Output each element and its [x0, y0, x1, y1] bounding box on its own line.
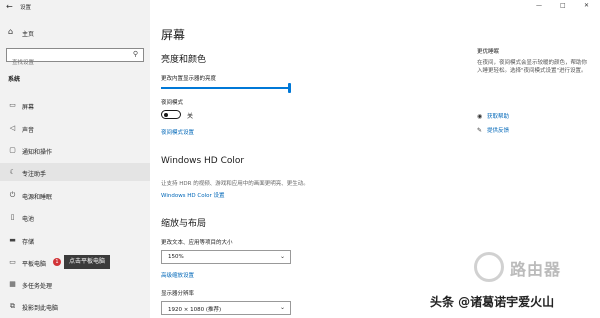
sidebar-item-multitasking[interactable]: ▦ 多任务处理: [0, 275, 150, 293]
search-icon: ⚲: [132, 50, 138, 58]
sidebar-item-sound[interactable]: ◁ 声音: [0, 119, 150, 137]
home-icon: ⌂: [8, 27, 14, 36]
sidebar-item-storage[interactable]: ▬ 存储: [0, 231, 150, 249]
notification-icon: ▢: [9, 146, 16, 154]
chevron-down-icon: ⌄: [279, 253, 285, 260]
night-mode-state: 关: [187, 113, 194, 120]
back-arrow-icon[interactable]: ←: [6, 2, 13, 11]
sidebar-item-notifications[interactable]: ▢ 通知和操作: [0, 141, 150, 159]
scale-label: 更改文本、应用等项目的大小: [161, 240, 233, 246]
multitask-icon: ▦: [9, 280, 16, 288]
hd-color-heading: Windows HD Color: [161, 156, 245, 166]
project-icon: ⧉: [10, 302, 15, 310]
sidebar-item-power[interactable]: ⏻ 电源和睡眠: [0, 186, 150, 204]
home-label: 主页: [22, 31, 35, 38]
tooltip: 点击平板电脑: [64, 255, 111, 269]
monitor-icon: ▭: [9, 101, 16, 109]
aside-text: 在夜间，夜间模式会显示较暖的颜色，帮助你入睡更轻松。选择"夜间模式设置"进行设置…: [477, 60, 588, 74]
sidebar-item-label: 电源和睡眠: [22, 194, 53, 201]
resolution-value: 1920 × 1080 (推荐): [168, 307, 222, 313]
scale-heading: 缩放与布局: [161, 219, 207, 229]
sidebar-item-label: 通知和操作: [22, 149, 53, 156]
slider-track: [161, 87, 289, 89]
page-title: 屏幕: [161, 28, 186, 42]
advanced-scaling-link[interactable]: 高级缩放设置: [161, 271, 194, 279]
night-mode-label: 夜间模式: [161, 100, 184, 106]
sidebar-item-battery[interactable]: ▯ 电池: [0, 208, 150, 226]
brightness-slider[interactable]: [161, 83, 291, 93]
tablet-icon: ▭: [9, 258, 16, 266]
slider-thumb[interactable]: [288, 83, 291, 93]
sidebar-item-label: 多任务处理: [22, 283, 53, 290]
get-help-link[interactable]: ◉ 获取帮助: [477, 112, 509, 120]
sidebar-item-label: 屏幕: [22, 104, 35, 111]
battery-icon: ▯: [10, 213, 15, 221]
hd-color-settings-link[interactable]: Windows HD Color 设置: [161, 191, 225, 199]
hd-color-description: 让支持 HDR 的视频、游戏和应用中的画面更明亮、更生动。: [161, 181, 309, 187]
feedback-label: 提供反馈: [487, 128, 510, 134]
storage-icon: ▬: [9, 236, 16, 244]
sidebar-item-focus-assist[interactable]: ☾ 专注助手: [0, 163, 150, 181]
aside-title: 更优睡眠: [477, 49, 500, 55]
scale-value: 150%: [168, 254, 184, 260]
power-icon: ⏻: [9, 191, 16, 199]
feedback-link[interactable]: ✎ 提供反馈: [477, 126, 509, 134]
scale-select[interactable]: 150% ⌄: [161, 250, 291, 264]
brightness-label: 更改内置显示器的亮度: [161, 76, 217, 82]
sidebar-item-label: 声音: [22, 127, 35, 134]
sidebar-item-label: 存储: [22, 239, 35, 246]
sidebar-item-display[interactable]: ▭ 屏幕: [0, 96, 150, 114]
watermark-logo-text: 路由器: [510, 260, 562, 279]
feedback-icon: ✎: [477, 127, 483, 134]
night-mode-settings-link[interactable]: 夜间模式设置: [161, 128, 194, 136]
get-help-label: 获取帮助: [487, 114, 510, 120]
night-mode-toggle[interactable]: [161, 110, 181, 119]
sidebar-item-label: 专注助手: [22, 171, 47, 178]
sidebar-item-tablet[interactable]: ▭ 平板电脑 1 点击平板电脑: [0, 253, 150, 271]
help-icon: ◉: [477, 113, 483, 120]
title-bar: ← 设置: [0, 0, 150, 14]
resolution-label: 显示器分辨率: [161, 291, 195, 297]
window-title: 设置: [20, 5, 32, 11]
watermark-credit: 头条 @诸葛诺宇爱火山: [430, 295, 555, 309]
speaker-icon: ◁: [9, 124, 16, 132]
sidebar-item-label: 电池: [22, 216, 35, 223]
brightness-heading: 亮度和颜色: [161, 55, 207, 65]
sidebar-item-label: 平板电脑: [22, 261, 47, 268]
sidebar-item-project[interactable]: ⧉ 投影到此电脑: [0, 297, 150, 315]
router-logo-icon: [474, 252, 504, 282]
step-badge: 1: [53, 258, 61, 266]
moon-icon: ☾: [9, 168, 16, 176]
section-title: 系统: [8, 76, 21, 83]
resolution-select[interactable]: 1920 × 1080 (推荐) ⌄: [161, 301, 291, 315]
watermark-logo: 路由器: [474, 252, 590, 286]
sidebar: ← 设置 ⌂ 主页 ⚲ 系统 ▭ 屏幕 ◁ 声音 ▢ 通知和操作 ☾ 专注助手 …: [0, 0, 150, 318]
chevron-down-icon: ⌄: [279, 304, 285, 311]
home-nav-item[interactable]: ⌂ 主页: [0, 27, 150, 41]
sidebar-item-label: 投影到此电脑: [22, 305, 59, 312]
search-box[interactable]: ⚲: [6, 48, 144, 69]
search-input[interactable]: [7, 57, 124, 69]
toggle-knob: [164, 112, 168, 117]
